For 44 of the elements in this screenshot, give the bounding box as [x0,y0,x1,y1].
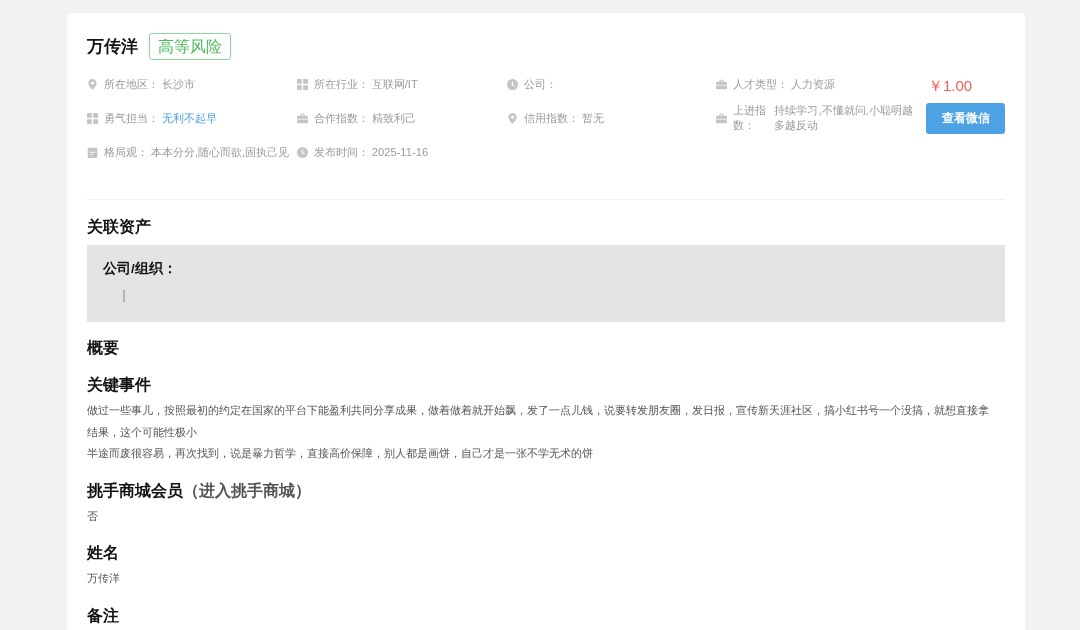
field-label: 合作指数： [313,110,369,126]
field-value: 长沙市 [162,76,195,92]
location-pin-icon [87,78,98,90]
field-value: 精致利己 [371,110,416,126]
field-link[interactable]: 无利不起早 [162,110,217,126]
paragraph-text: 做过一些事儿，按照最初的约定在国家的平台下能盈利共同分享成果，做着做着就开始飘，发了一点儿钱，说要转发朋友圈，发日报，宣传新天涯社区，搞小红书号一个没搞，就想直接拿结果，这个可能性极小 [87,403,990,440]
field-label: 所在行业： [313,76,369,92]
view-wechat-button[interactable]: 查看微信 [926,103,1005,134]
field-label: 所在地区： [104,76,159,92]
field-label: 人才类型： [733,76,789,92]
mall-link[interactable]: （进入挑手商城） [183,481,311,499]
field-value: 2025-11-16 [371,144,429,160]
field-label: 发布时间： [313,144,369,160]
field-value: 人力资源 [791,76,836,92]
field-label: 勇气担当： [104,110,159,126]
clock-icon [296,146,308,158]
section-title: 关联资产 [87,217,152,237]
group-label: 公司/组织： [103,261,178,277]
section-title: 概要 [87,338,120,358]
location-pin-icon [506,112,518,124]
clock-icon [506,78,518,90]
grid-icon [87,112,98,124]
risk-badge: 高等风险 [149,33,231,60]
paragraph-text: 万传洋 [87,571,121,586]
calendar-icon [87,146,98,158]
paragraph-text: 半途而废很容易，再次找到，说是暴力哲学，直接高价保障，别人都是画饼，自己才是一张不学无术的饼 [87,446,594,461]
briefcase-icon [296,112,308,124]
field-label: 上进指数： [733,103,768,133]
section-title: 姓名 [87,543,120,563]
field-value: 暂无 [581,110,604,126]
grid-icon [296,78,308,90]
paragraph-text: 否 [87,508,99,524]
price-text: ￥1.00 [927,76,974,94]
briefcase-icon [716,112,728,124]
field-value: 互联网/IT [371,76,418,92]
section-title: 关键事件 [87,375,152,395]
field-label: 格局观： [104,144,148,160]
person-name: 万传洋 [87,35,138,58]
field-label: 信用指数： [523,110,579,126]
field-value: 持续学习,不懂就问,小聪明越多越反动 [774,103,914,133]
field-value: 本本分分,随心而欲,固执己见 [151,144,290,160]
briefcase-icon [716,78,728,90]
section-title: 挑手商城会员 [87,481,183,499]
section-title: 备注 [87,605,120,626]
